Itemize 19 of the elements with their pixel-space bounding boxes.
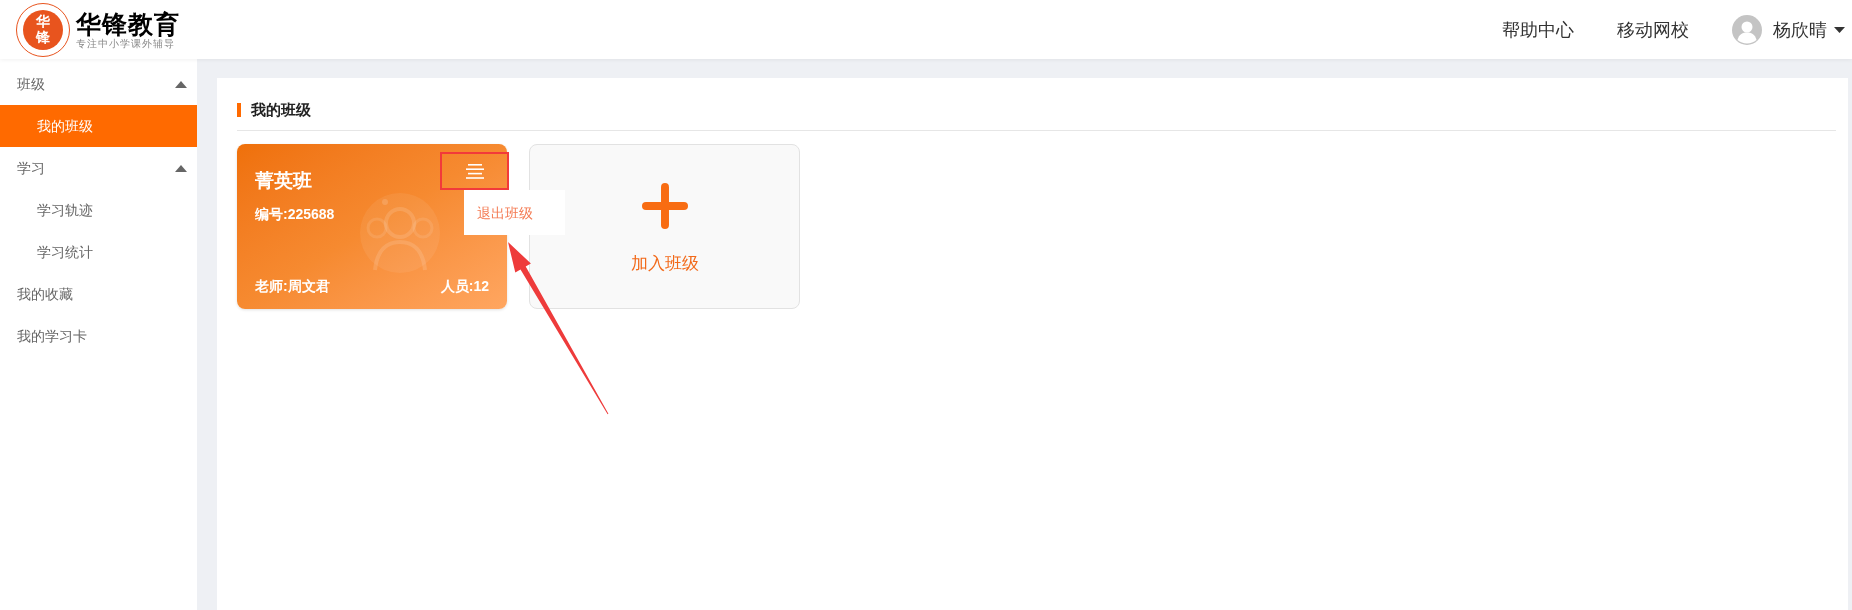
class-teacher: 老师:周文君: [255, 277, 330, 295]
title-marker-icon: [237, 103, 241, 117]
nav-link[interactable]: 移动网校: [1617, 17, 1689, 42]
nav-link[interactable]: 帮助中心: [1502, 17, 1574, 42]
sidebar-group[interactable]: 班级: [0, 63, 197, 105]
avatar-icon: [1732, 14, 1762, 45]
menu-lines-icon: [465, 163, 484, 179]
class-name: 菁英班: [255, 169, 312, 193]
logo-slogan: 专注中小学课外辅导: [76, 37, 176, 50]
caret-down-icon: [1834, 26, 1845, 33]
card-menu-button[interactable]: [440, 152, 509, 190]
class-code: 编号:225688: [255, 205, 335, 223]
class-members: 人员:12: [440, 277, 489, 295]
logo-mark: 华锋: [23, 9, 63, 50]
logo-title: 华锋教育: [76, 9, 180, 38]
plus-icon: [641, 180, 688, 232]
section-title: 我的班级: [251, 100, 311, 120]
user-menu-button[interactable]: 杨欣晴: [1732, 14, 1845, 45]
sidebar-group[interactable]: 学习: [0, 147, 197, 189]
